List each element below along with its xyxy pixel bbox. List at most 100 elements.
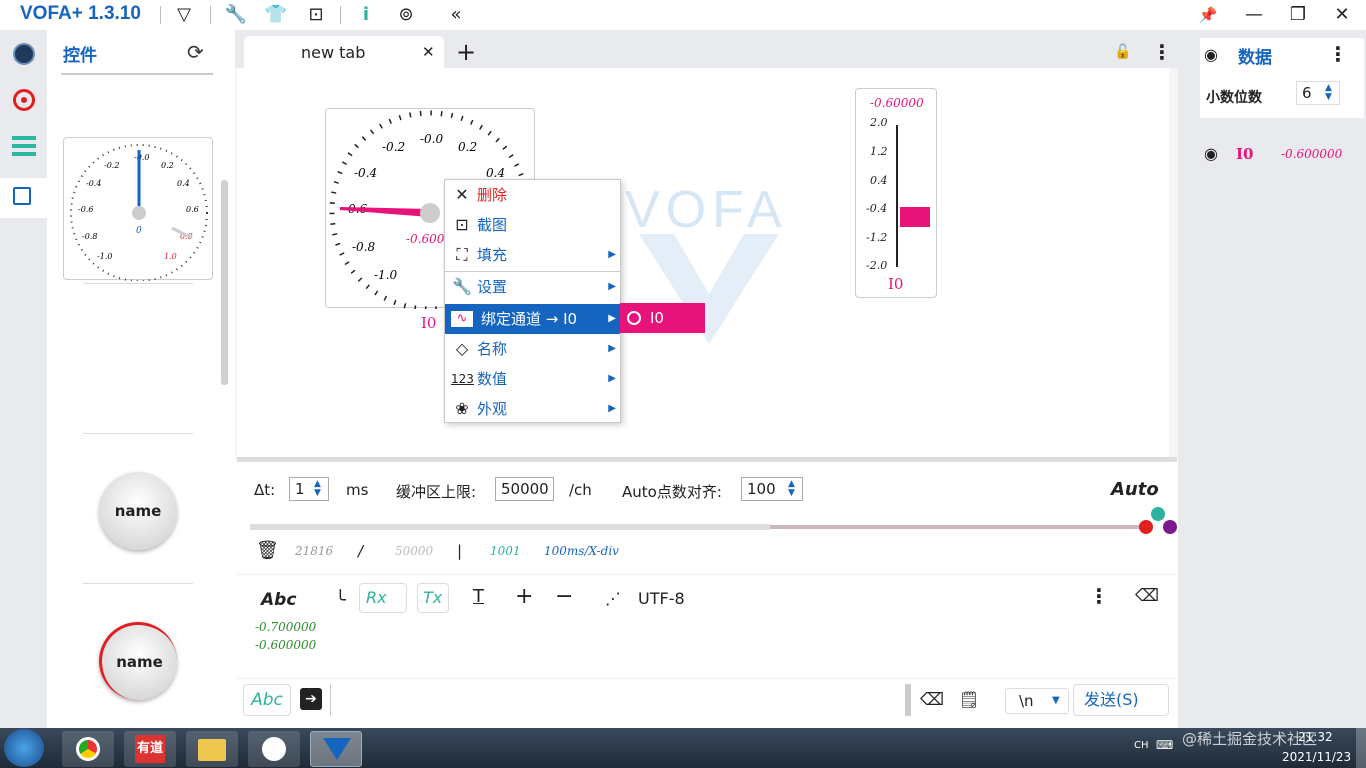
taskbar-app[interactable] [248,731,300,767]
menu-fill[interactable]: ⛶ 填充 ▶ [445,240,620,270]
site-watermark: @稀土掘金技术社区 [1182,730,1318,748]
gauge-tick: -0.2 [382,140,405,154]
eye-icon[interactable]: ◉ [1204,45,1218,64]
timestamp-icon[interactable]: ╰ [335,590,346,611]
tab-label: new tab [301,43,366,62]
list-icon[interactable] [8,132,40,164]
info-icon[interactable]: i [354,4,378,26]
eraser-icon[interactable]: ⌫ [1135,586,1159,606]
lang-indicator[interactable]: CH [1134,740,1149,751]
menu-name[interactable]: ◇ 名称 ▶ [445,334,620,364]
start-button[interactable] [4,729,44,767]
send-input[interactable] [330,684,905,716]
fingerprint-icon[interactable]: ⊚ [394,4,418,26]
clock-date[interactable]: 2021/11/23 [1282,750,1351,764]
app-title: VOFA+ 1.3.10 [20,3,141,24]
gauge-tick: -0.0 [420,132,444,146]
dial-tick: -0.6 [78,205,93,214]
canvas[interactable]: VOFA -0.0 0.2 0.4 -0.2 -0.4 -0.6 -0.8 -1… [237,68,1169,458]
add-tab-button[interactable]: + [456,38,476,66]
auto-mode-button[interactable]: Auto [1111,479,1159,500]
tab-new[interactable]: new tab ✕ [244,36,444,68]
shirt-icon[interactable]: 👕 [264,4,288,26]
menu-settings[interactable]: 🔧 设置 ▶ [445,272,620,302]
title-bar: VOFA+ 1.3.10 ▽ 🔧 👕 ⊡ i ⊚ « 📌 — ❐ ✕ [0,0,1366,30]
controls-scrollbar[interactable] [221,180,228,385]
newline-select[interactable]: \n ▼ [1005,688,1069,714]
knob-widget-2[interactable]: name [99,622,177,700]
menu-appearance[interactable]: ❀ 外观 ▶ [445,394,620,424]
text-format-icon[interactable]: T [473,586,484,607]
keyboard-icon[interactable]: ⌨ [1156,738,1173,752]
timeline-handle-purple[interactable] [1163,520,1177,534]
data-more-icon[interactable]: ⋮ [1328,42,1348,66]
pin-icon[interactable]: 📌 [1196,4,1220,26]
encoding-select[interactable]: UTF-8 [638,589,685,608]
collapse-icon[interactable]: « [444,4,468,26]
menu-value[interactable]: 123 数值 ▶ [445,364,620,394]
timeline-range[interactable] [770,525,1142,529]
ms-label: ms [346,481,369,499]
menu-bind-channel[interactable]: ∿ 绑定通道 → I0 ▶ [445,304,620,334]
context-menu: ✕ 删除 ⊡ 截图 ⛶ 填充 ▶ 🔧 设置 ▶ ∿ 绑定通道 → I0 ▶ ◇ 名称 ▶ 123 数值… [444,179,621,423]
tag-icon: ◇ [455,339,469,358]
screenshot-icon[interactable]: ⊡ [304,4,328,26]
channel-name[interactable]: I0 [1236,145,1253,163]
fill-icon: ⛶ [456,245,468,264]
show-desktop-button[interactable] [1356,728,1366,768]
send-resize-handle[interactable] [905,684,911,716]
dt-input[interactable]: 1 ▲ ▼ [289,477,329,501]
widgets-icon [13,187,31,205]
dial-tick: -0.8 [82,232,97,241]
maximize-button[interactable]: ❐ [1286,4,1310,26]
knob-widget[interactable]: name [99,472,177,550]
taskbar-explorer[interactable] [186,731,238,767]
controls-panel: 控件 ⟳ -0.0 0.2 0.4 0.6 0.8 1.0 -0.2 -0.4 … [47,30,235,728]
decimals-input[interactable]: 6 ▲ ▼ [1296,81,1340,105]
refresh-icon[interactable]: ⟳ [187,40,204,64]
palette-icon: ❀ [455,399,469,418]
vofa-logo-icon[interactable]: ▽ [172,4,196,26]
close-button[interactable]: ✕ [1330,4,1354,26]
stat-points: 1001 [490,544,521,558]
console-more-icon[interactable]: ⋮ [1089,584,1109,608]
tx-toggle[interactable]: Tx [417,583,449,613]
taskbar-chrome[interactable] [62,731,114,767]
chevron-right-icon: ▶ [608,373,616,384]
clear-send-icon[interactable]: ⌫ [920,690,944,710]
widgets-tab-active[interactable] [0,178,47,218]
auto-align-label: Auto点数对齐: [622,483,722,501]
menu-screenshot[interactable]: ⊡ 截图 [445,210,620,240]
trash-icon[interactable]: 🗑 [256,540,279,561]
zoom-out-icon[interactable]: − [555,584,573,609]
history-icon[interactable]: 🗒 [959,690,979,709]
dial-widget[interactable]: -0.0 0.2 0.4 0.6 0.8 1.0 -0.2 -0.4 -0.6 … [63,137,213,282]
send-button[interactable]: 发送(S) [1073,684,1169,716]
connection-icon[interactable] [8,38,40,70]
tab-close-icon[interactable]: ✕ [422,43,435,61]
dial-tick: 0.4 [177,179,190,188]
zoom-in-icon[interactable]: + [515,584,533,609]
timeline-handle-teal[interactable] [1151,507,1165,521]
taskbar-youdao[interactable]: 有道 [124,731,176,767]
timeline-handle-red[interactable] [1139,520,1153,534]
record-icon[interactable] [8,84,40,116]
channel-eye-icon[interactable]: ◉ [1204,144,1218,163]
send-file-icon[interactable]: ➔ [300,688,322,710]
dial-tick: -0.2 [104,161,119,170]
buffer-input[interactable]: 50000 [495,477,554,501]
menu-delete[interactable]: ✕ 删除 [445,180,620,210]
text-mode-button[interactable]: Abc [261,590,296,610]
minimize-button[interactable]: — [1242,4,1266,26]
lock-icon[interactable]: 🔓 [1114,44,1131,60]
auto-align-input[interactable]: 100 ▲ ▼ [741,477,803,501]
clock-time[interactable]: 21:32 [1298,730,1333,744]
timeline-track[interactable] [250,524,770,530]
wrench-icon[interactable]: 🔧 [224,4,248,26]
bar-widget[interactable]: -0.60000 2.0 1.2 0.4 -0.4 -1.2 -2.0 I0 [855,88,937,298]
submenu-channel-i0[interactable]: I0 [620,303,705,333]
taskbar-vofa[interactable] [310,731,362,767]
more-icon[interactable]: ⋮ [1152,40,1172,64]
send-text-mode[interactable]: Abc [243,684,291,716]
rx-toggle[interactable]: Rx [359,583,407,613]
